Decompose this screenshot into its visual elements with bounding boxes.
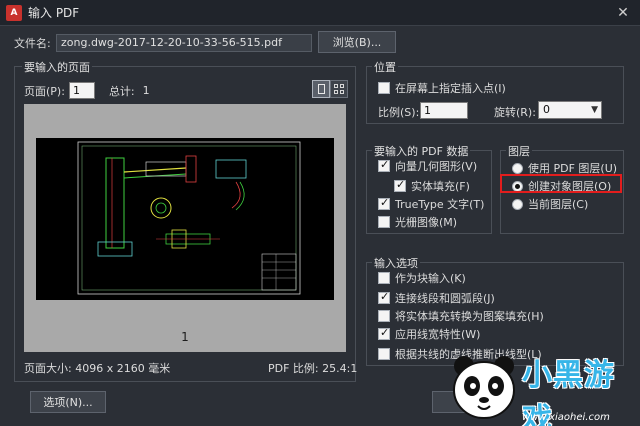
join-segments-label: 连接线段和圆弧段(J) [395,292,495,305]
layers-section-title: 图层 [506,143,532,159]
radio-circle[interactable] [512,162,523,174]
grid-icon [334,84,344,94]
convert-fill-to-hatch-label: 将实体填充转换为图案填充(H) [395,310,544,323]
highlight-annotation [500,174,622,193]
close-icon[interactable]: ✕ [614,4,632,22]
scale-input[interactable]: 1 [420,102,468,119]
checkbox-box[interactable] [378,82,390,94]
rotation-label: 旋转(R): [494,106,536,119]
title-bar: A 输入 PDF ✕ [0,0,640,26]
join-segments-checkbox[interactable]: 连接线段和圆弧段(J) [378,290,495,306]
rotation-select[interactable]: 0 ▼ [538,101,602,119]
apply-lineweight-label: 应用线宽特性(W) [395,328,481,341]
page-input[interactable]: 1 [68,82,95,99]
drawing-thumbnail [36,138,334,300]
autocad-icon: A [6,4,22,21]
options-button[interactable]: 选项(N)... [30,391,106,413]
chevron-down-icon: ▼ [591,105,598,115]
apply-lineweight-checkbox[interactable]: 应用线宽特性(W) [378,326,480,342]
pdf-data-section-title: 要输入的 PDF 数据 [372,143,471,159]
panda-icon [453,356,515,419]
convert-fill-to-hatch-checkbox[interactable]: 将实体填充转换为图案填充(H) [378,308,544,324]
checkbox-box[interactable] [378,216,390,228]
file-name-field[interactable]: zong.dwg-2017-12-20-10-33-56-515.pdf [56,34,312,52]
page-label: 页面(P): [24,84,65,98]
vector-geometry-checkbox[interactable]: 向量几何图形(V) [378,158,477,174]
window-title: 输入 PDF [28,6,80,20]
import-as-block-label: 作为块输入(K) [395,272,466,285]
checkbox-box[interactable] [378,290,390,304]
watermark-url: www.xiaohei.com [522,412,610,423]
preview-page-number: 1 [181,330,189,344]
checkbox-box[interactable] [378,348,390,360]
single-page-view-button[interactable] [312,80,330,98]
import-options-section-title: 输入选项 [372,255,420,271]
rotation-value: 0 [543,103,550,116]
pdf-ratio-label: PDF 比例: 25.4:1 [268,362,358,375]
single-page-icon [317,84,325,94]
truetype-text-label: TrueType 文字(T) [395,198,485,211]
view-toggle [312,80,348,98]
checkbox-box[interactable] [378,196,390,210]
checkbox-box[interactable] [378,326,390,340]
page-size-label: 页面大小: 4096 x 2160 毫米 [24,362,171,375]
solid-fill-label: 实体填充(F) [411,180,470,193]
raster-image-checkbox[interactable]: 光栅图像(M) [378,214,457,230]
position-section-title: 位置 [372,59,398,75]
specify-on-screen-label: 在屏幕上指定插入点(I) [395,82,506,95]
total-label: 总计: [108,84,135,98]
checkbox-box[interactable] [378,158,390,172]
browse-button[interactable]: 浏览(B)... [318,31,396,53]
watermark-logo: 小黑游戏 www.xiaohei.com [444,346,640,426]
checkbox-box[interactable] [378,272,390,284]
file-row: 文件名: zong.dwg-2017-12-20-10-33-56-515.pd… [14,34,312,52]
truetype-text-checkbox[interactable]: TrueType 文字(T) [378,196,484,212]
import-as-block-checkbox[interactable]: 作为块输入(K) [378,270,466,286]
cad-drawing-preview [77,141,301,295]
radio-circle[interactable] [512,198,523,210]
vector-geometry-label: 向量几何图形(V) [395,160,478,173]
page-selector-row: 页面(P): 1 总计: 1 [24,82,150,99]
grid-view-button[interactable] [330,80,348,98]
current-layer-label: 当前图层(C) [528,198,589,211]
raster-image-label: 光栅图像(M) [395,216,458,229]
pages-section-title: 要输入的页面 [22,59,92,75]
current-layer-radio[interactable]: 当前图层(C) [512,196,588,212]
checkbox-box[interactable] [378,310,390,322]
specify-on-screen-checkbox[interactable]: 在屏幕上指定插入点(I) [378,80,506,96]
checkbox-box[interactable] [394,178,406,192]
page-preview[interactable]: 1 [24,104,346,352]
total-value: 1 [142,84,150,97]
solid-fill-checkbox[interactable]: 实体填充(F) [394,178,470,194]
scale-label: 比例(S): [378,106,420,119]
file-name-label: 文件名: [14,37,51,50]
